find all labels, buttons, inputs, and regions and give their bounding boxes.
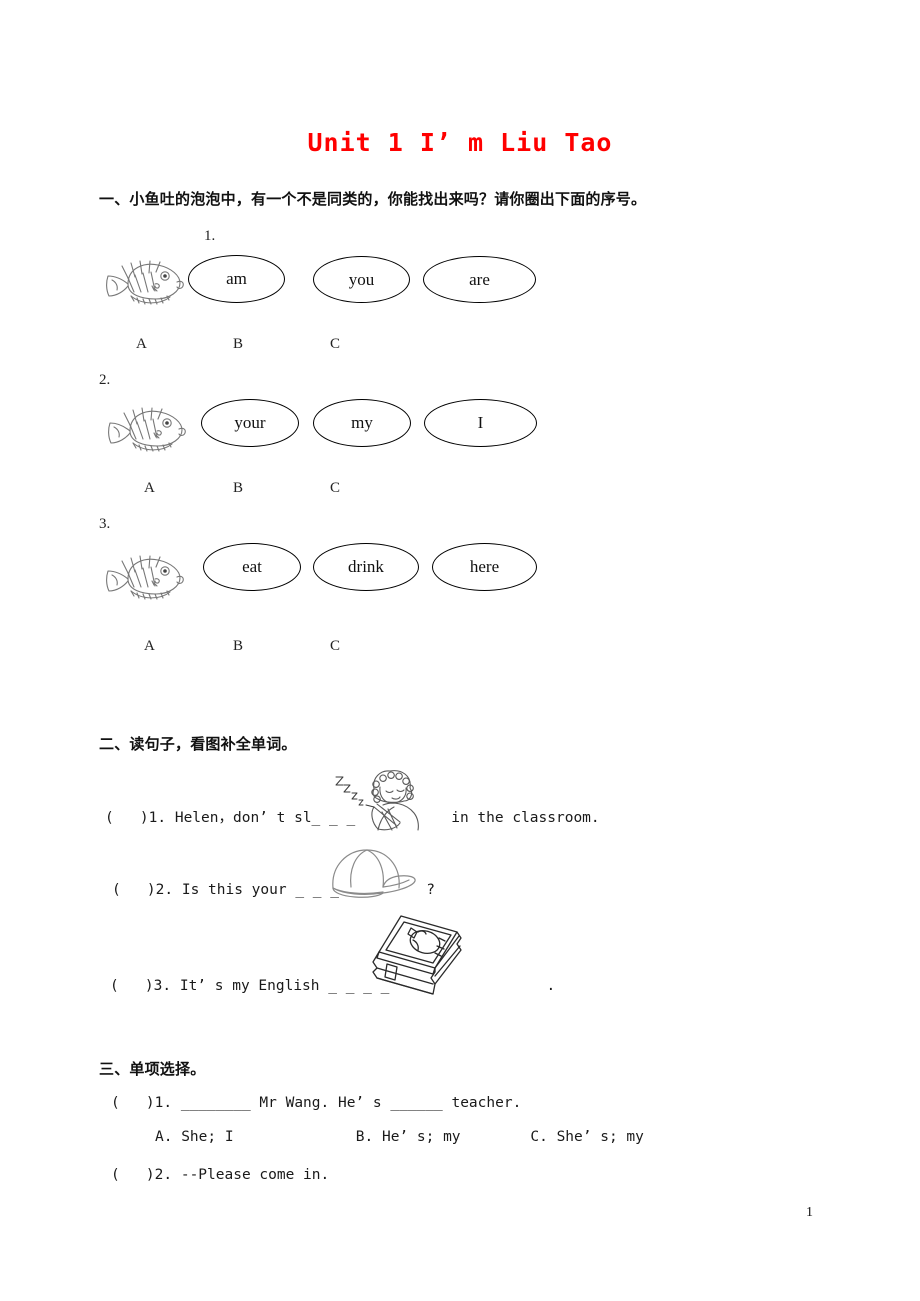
baseball-cap-icon [321, 846, 425, 909]
bubble-option[interactable]: am [188, 255, 285, 303]
section-2-item-1[interactable]: ( )1. Helen，don’ t sl_ _ _ in the classr… [105, 806, 600, 827]
row-number: 3. [99, 516, 111, 532]
section-2-item-2[interactable]: ( )2. Is this your _ _ _ ? [112, 882, 435, 898]
section-2-heading: 二、读句子，看图补全单词。 [99, 735, 297, 753]
fish-icon [98, 547, 186, 608]
section-3-item-1[interactable]: ( )1. ________ Mr Wang. He’ s ______ tea… [111, 1095, 521, 1111]
choice-label-b[interactable]: B [233, 336, 243, 353]
choice-label-a[interactable]: A [136, 336, 147, 353]
section-1-heading: 一、小鱼吐的泡泡中，有一个不是同类的，你能找出来吗？请你圈出下面的序号。 [99, 190, 647, 208]
section-3-heading: 三、单项选择。 [99, 1060, 206, 1078]
choice-label-c[interactable]: C [330, 638, 340, 655]
section-3-item-1-options[interactable]: A. She; I B. He’ s; my C. She’ s; my [155, 1129, 644, 1145]
bubble-option[interactable]: I [424, 399, 537, 447]
page-title: Unit 1 I’ m Liu Tao [307, 128, 613, 157]
choice-label-c[interactable]: C [330, 480, 340, 497]
page-number: 1 [806, 1205, 813, 1220]
fish-icon [100, 399, 188, 460]
choice-label-a[interactable]: A [144, 638, 155, 655]
choice-label-a[interactable]: A [144, 480, 155, 497]
choice-label-b[interactable]: B [233, 480, 243, 497]
row-number: 2. [99, 372, 111, 388]
section-3-item-2[interactable]: ( )2. --Please come in. [111, 1167, 329, 1183]
bubble-option[interactable]: my [313, 399, 411, 447]
worksheet-page: Unit 1 I’ m Liu Tao 一、小鱼吐的泡泡中，有一个不是同类的，你… [0, 0, 920, 1301]
bubble-option[interactable]: are [423, 256, 536, 303]
section-2-item-3[interactable]: ( )3. It’ s my English _ _ _ _ . [110, 978, 555, 994]
row-number: 1. [204, 228, 216, 244]
choice-label-b[interactable]: B [233, 638, 243, 655]
bubble-option[interactable]: here [432, 543, 537, 591]
bubble-option[interactable]: your [201, 399, 299, 447]
choice-label-c[interactable]: C [330, 336, 340, 353]
bubble-option[interactable]: eat [203, 543, 301, 591]
sleeping-person-icon [330, 767, 436, 838]
bubble-option[interactable]: you [313, 256, 410, 303]
bubble-option[interactable]: drink [313, 543, 419, 591]
fish-icon [98, 252, 186, 313]
